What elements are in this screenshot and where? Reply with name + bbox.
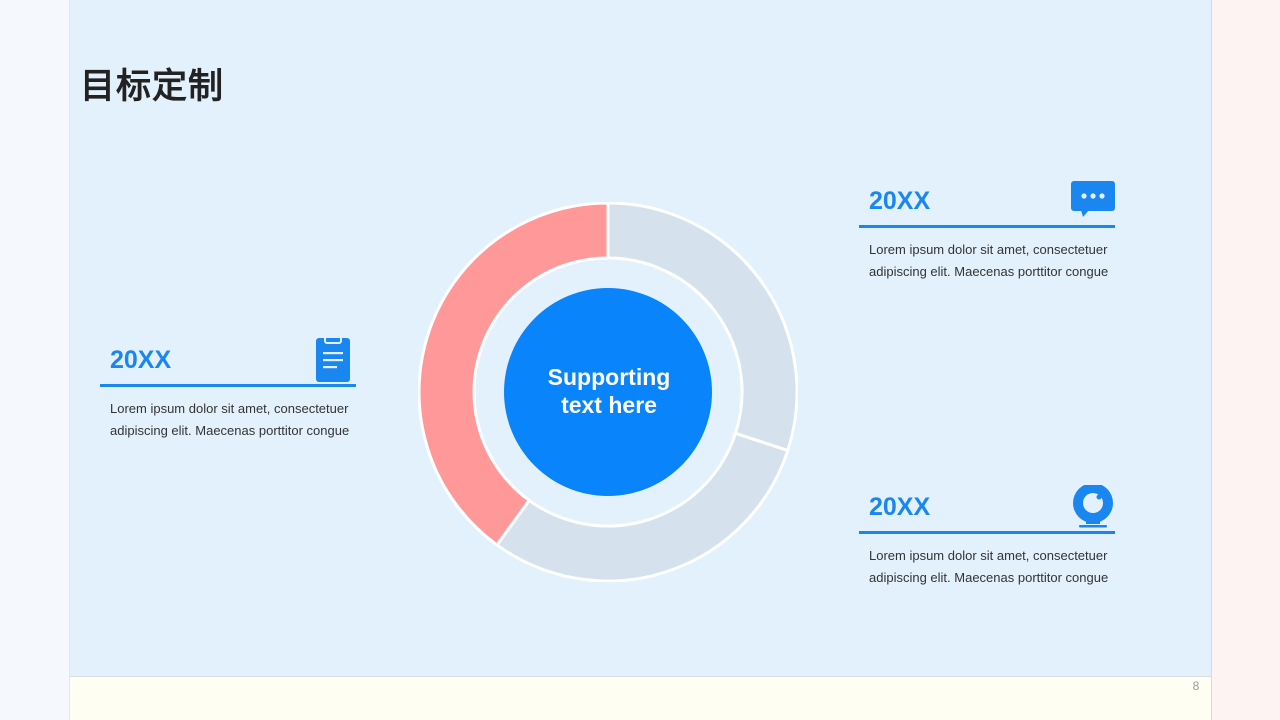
webcam-icon <box>1073 485 1113 528</box>
right-margin-strip <box>1211 0 1280 720</box>
block-divider <box>859 531 1115 534</box>
block-year: 20XX <box>869 187 931 215</box>
block-divider <box>100 384 356 387</box>
block-description: Lorem ipsum dolor sit amet, consectetuer… <box>869 548 1109 585</box>
block-description: Lorem ipsum dolor sit amet, consectetuer… <box>869 242 1109 279</box>
left-margin-strip <box>0 0 70 720</box>
block-description: Lorem ipsum dolor sit amet, consectetuer… <box>110 401 350 438</box>
donut-center-label: Supporting text here <box>547 364 671 418</box>
slide-title: 目标定制 <box>80 67 225 107</box>
block-year: 20XX <box>110 346 172 374</box>
chat-bubble-icon <box>1071 181 1115 217</box>
block-year: 20XX <box>869 493 931 521</box>
block-divider <box>859 225 1115 228</box>
bottom-margin-strip <box>70 676 1211 720</box>
clipboard-icon <box>316 338 350 382</box>
page-number: 8 <box>1192 679 1200 693</box>
